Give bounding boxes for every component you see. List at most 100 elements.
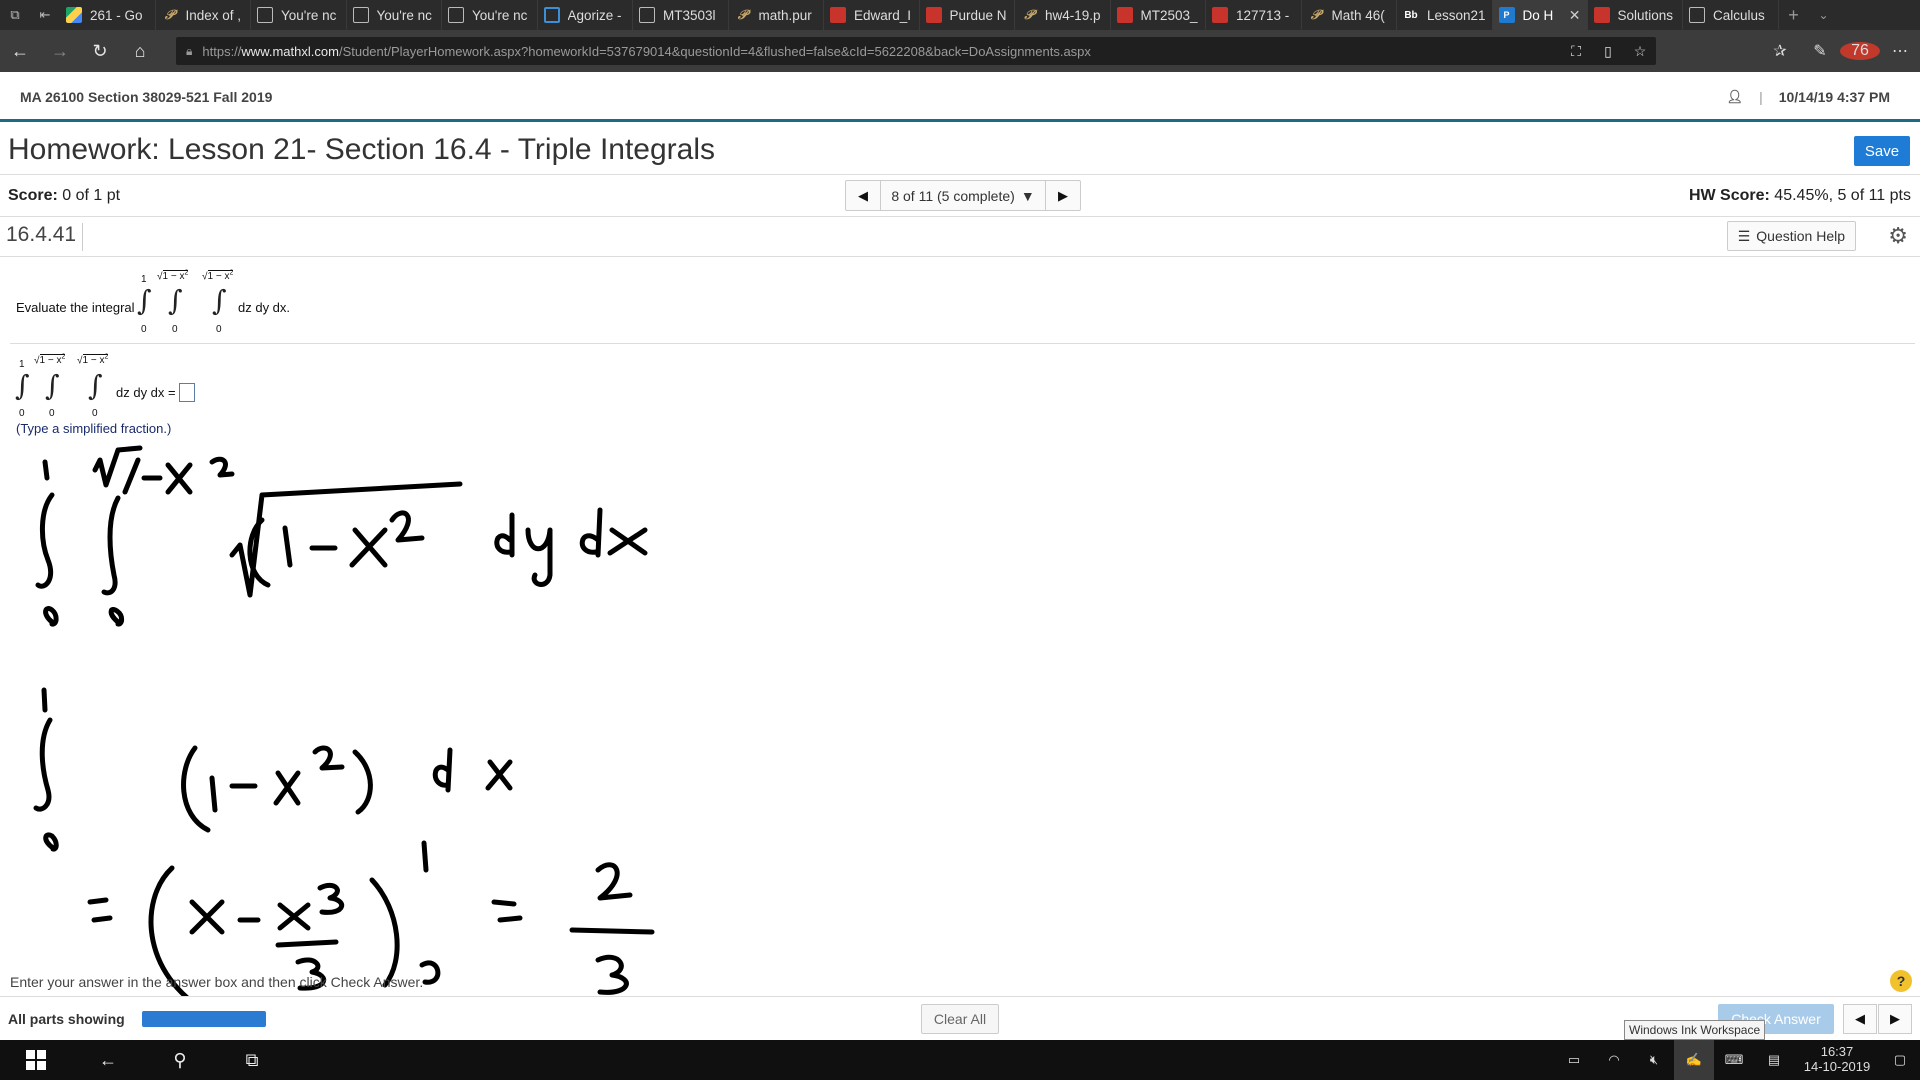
browser-tab-label: Do H bbox=[1522, 7, 1554, 23]
browser-tab[interactable]: Bb Lesson21 bbox=[1397, 0, 1493, 30]
close-tab-icon[interactable]: ✕ bbox=[1569, 7, 1581, 24]
answer-input[interactable] bbox=[179, 383, 195, 402]
ink-stroke bbox=[277, 902, 311, 931]
display-icon[interactable]: ▤ bbox=[1754, 1052, 1794, 1068]
upper-limit-mid: √1 − x2 bbox=[157, 270, 189, 283]
tab-preview-chevron-icon[interactable]: ⌄ bbox=[1809, 8, 1839, 22]
browser-tab[interactable]: Solutions bbox=[1588, 0, 1683, 30]
browser-tab[interactable]: 127713 - bbox=[1206, 0, 1302, 30]
search-icon[interactable]: ⚲ bbox=[144, 1040, 216, 1080]
previous-question-icon[interactable]: ◀ bbox=[846, 181, 880, 210]
forward-arrow-icon[interactable]: → bbox=[40, 30, 80, 72]
user-icon[interactable]: 👤︎ bbox=[1727, 89, 1744, 105]
browser-tab[interactable]: 𝒫 Index of , bbox=[156, 0, 251, 30]
profile-icon[interactable]: 76 bbox=[1840, 42, 1880, 60]
previous-question-icon[interactable]: ◀ bbox=[1843, 1004, 1877, 1034]
differentials: dz dy dx. bbox=[238, 300, 291, 315]
refresh-icon[interactable]: ↻ bbox=[80, 30, 120, 72]
battery-icon[interactable]: ▭ bbox=[1554, 1052, 1594, 1068]
wifi-icon[interactable]: ◠ bbox=[1594, 1052, 1634, 1068]
divider bbox=[10, 343, 1915, 344]
browser-tab[interactable]: P Do H ✕ bbox=[1492, 0, 1588, 30]
browser-tab-label: math.pur bbox=[758, 7, 812, 23]
back-arrow-icon[interactable]: ← bbox=[72, 1040, 144, 1080]
ink-stroke bbox=[485, 759, 513, 791]
browser-tab[interactable]: You're nc bbox=[251, 0, 347, 30]
volume-muted-icon[interactable]: 🔇︎ bbox=[1634, 1052, 1674, 1068]
more-menu-icon[interactable]: ⋯ bbox=[1880, 41, 1920, 61]
browser-tab-label: MT2503_ bbox=[1140, 7, 1198, 23]
page-icon bbox=[448, 7, 464, 23]
browser-tab[interactable]: MT3503l bbox=[633, 0, 729, 30]
browser-tab-label: Lesson21 bbox=[1427, 7, 1486, 23]
ink-stroke bbox=[282, 525, 293, 568]
new-tab-icon[interactable]: + bbox=[1779, 5, 1809, 26]
question-navigator: ◀ 8 of 11 (5 complete) ▼ ▶ bbox=[845, 180, 1081, 211]
ink-stroke bbox=[317, 882, 344, 915]
task-view-icon[interactable]: ⧉ bbox=[216, 1040, 288, 1080]
set-aside-tabs-icon[interactable]: ⇤ bbox=[30, 0, 60, 30]
ink-stroke bbox=[494, 512, 515, 558]
ink-stroke bbox=[579, 507, 603, 558]
ink-stroke bbox=[33, 717, 53, 812]
help-icon[interactable]: ? bbox=[1890, 970, 1912, 992]
lower-limit: 0 bbox=[172, 324, 178, 335]
question-help-button[interactable]: ☰ Question Help bbox=[1726, 221, 1856, 251]
browser-tab[interactable]: Agorize - bbox=[538, 0, 633, 30]
pen-notes-icon[interactable]: ✎ bbox=[1800, 41, 1840, 61]
touch-keyboard-icon[interactable]: ⌨ bbox=[1714, 1052, 1754, 1068]
next-question-icon[interactable]: ▶ bbox=[1046, 181, 1080, 210]
browser-tab[interactable]: 𝒫math.pur bbox=[729, 0, 824, 30]
ink-stroke bbox=[432, 747, 453, 793]
address-bar[interactable]: 🔒︎ https://www.mathxl.com/Student/Player… bbox=[176, 37, 1656, 65]
bb-icon: Bb bbox=[1404, 9, 1418, 21]
gear-icon[interactable]: ⚙ bbox=[1888, 223, 1908, 249]
course-header: MA 26100 Section 38029-521 Fall 2019 👤︎ … bbox=[0, 72, 1920, 122]
p-icon: 𝒫 bbox=[737, 7, 748, 22]
ink-workspace-tooltip: Windows Ink Workspace bbox=[1624, 1020, 1766, 1040]
taskbar-clock[interactable]: 16:37 14-10-2019 bbox=[1794, 1045, 1880, 1075]
windows-ink-icon[interactable]: ✍ bbox=[1674, 1040, 1714, 1080]
notifications-icon[interactable]: ▢ bbox=[1880, 1052, 1920, 1068]
home-icon[interactable]: ⌂ bbox=[120, 30, 160, 72]
windows-start-icon[interactable] bbox=[0, 1040, 72, 1080]
pdf-icon bbox=[925, 7, 942, 23]
browser-tab[interactable]: Purdue N bbox=[920, 0, 1015, 30]
integral-sign: ∫ bbox=[88, 369, 103, 402]
browser-tab-label: 261 - Go bbox=[90, 7, 143, 23]
integral-sign: ∫ bbox=[15, 369, 30, 402]
tab-list: 261 - Go 𝒫 Index of , You're nc You're nc You… bbox=[60, 0, 1779, 30]
browser-tab[interactable]: MT2503_ bbox=[1111, 0, 1206, 30]
browser-tab[interactable]: You're nc bbox=[442, 0, 538, 30]
question-id-bar: 16.4.41 ☰ Question Help ⚙ bbox=[0, 217, 1920, 257]
ink-stroke bbox=[41, 687, 48, 713]
reading-view-icon[interactable]: ▯ bbox=[1592, 43, 1624, 60]
tab-actions-icon[interactable]: ⧉ bbox=[0, 0, 30, 30]
ink-stroke bbox=[352, 749, 373, 815]
favorite-star-icon[interactable]: ☆ bbox=[1624, 43, 1656, 60]
browser-tab[interactable]: Calculus bbox=[1683, 0, 1779, 30]
answer-hint: (Type a simplified fraction.) bbox=[16, 421, 172, 436]
browser-toolbar: ← → ↻ ⌂ 🔒︎ https://www.mathxl.com/Studen… bbox=[0, 30, 1920, 72]
course-title: MA 26100 Section 38029-521 Fall 2019 bbox=[20, 89, 273, 105]
browser-tab[interactable]: You're nc bbox=[347, 0, 442, 30]
save-button[interactable]: Save bbox=[1854, 136, 1910, 166]
ink-stroke bbox=[92, 445, 143, 488]
ink-stroke bbox=[349, 527, 388, 568]
browser-tab[interactable]: 261 - Go bbox=[60, 0, 156, 30]
browser-tab[interactable]: 𝒫hw4-19.p bbox=[1015, 0, 1111, 30]
page-icon bbox=[639, 7, 655, 23]
favorites-hub-icon[interactable]: ✰ bbox=[1760, 41, 1800, 61]
browser-tab-label: You're nc bbox=[472, 7, 528, 23]
back-arrow-icon[interactable]: ← bbox=[0, 30, 40, 72]
ink-stroke bbox=[181, 745, 211, 833]
clear-all-button[interactable]: Clear All bbox=[921, 1004, 999, 1034]
browser-tab[interactable]: Edward_I bbox=[824, 0, 920, 30]
browser-tab[interactable]: 𝒫 Math 46( bbox=[1302, 0, 1397, 30]
next-question-icon[interactable]: ▶ bbox=[1878, 1004, 1912, 1034]
ink-stroke bbox=[209, 456, 235, 478]
question-dropdown[interactable]: 8 of 11 (5 complete) ▼ bbox=[880, 181, 1046, 210]
extension-icon[interactable]: ⛶ bbox=[1560, 43, 1592, 60]
ink-stroke bbox=[607, 527, 648, 556]
ink-stroke bbox=[87, 897, 113, 923]
